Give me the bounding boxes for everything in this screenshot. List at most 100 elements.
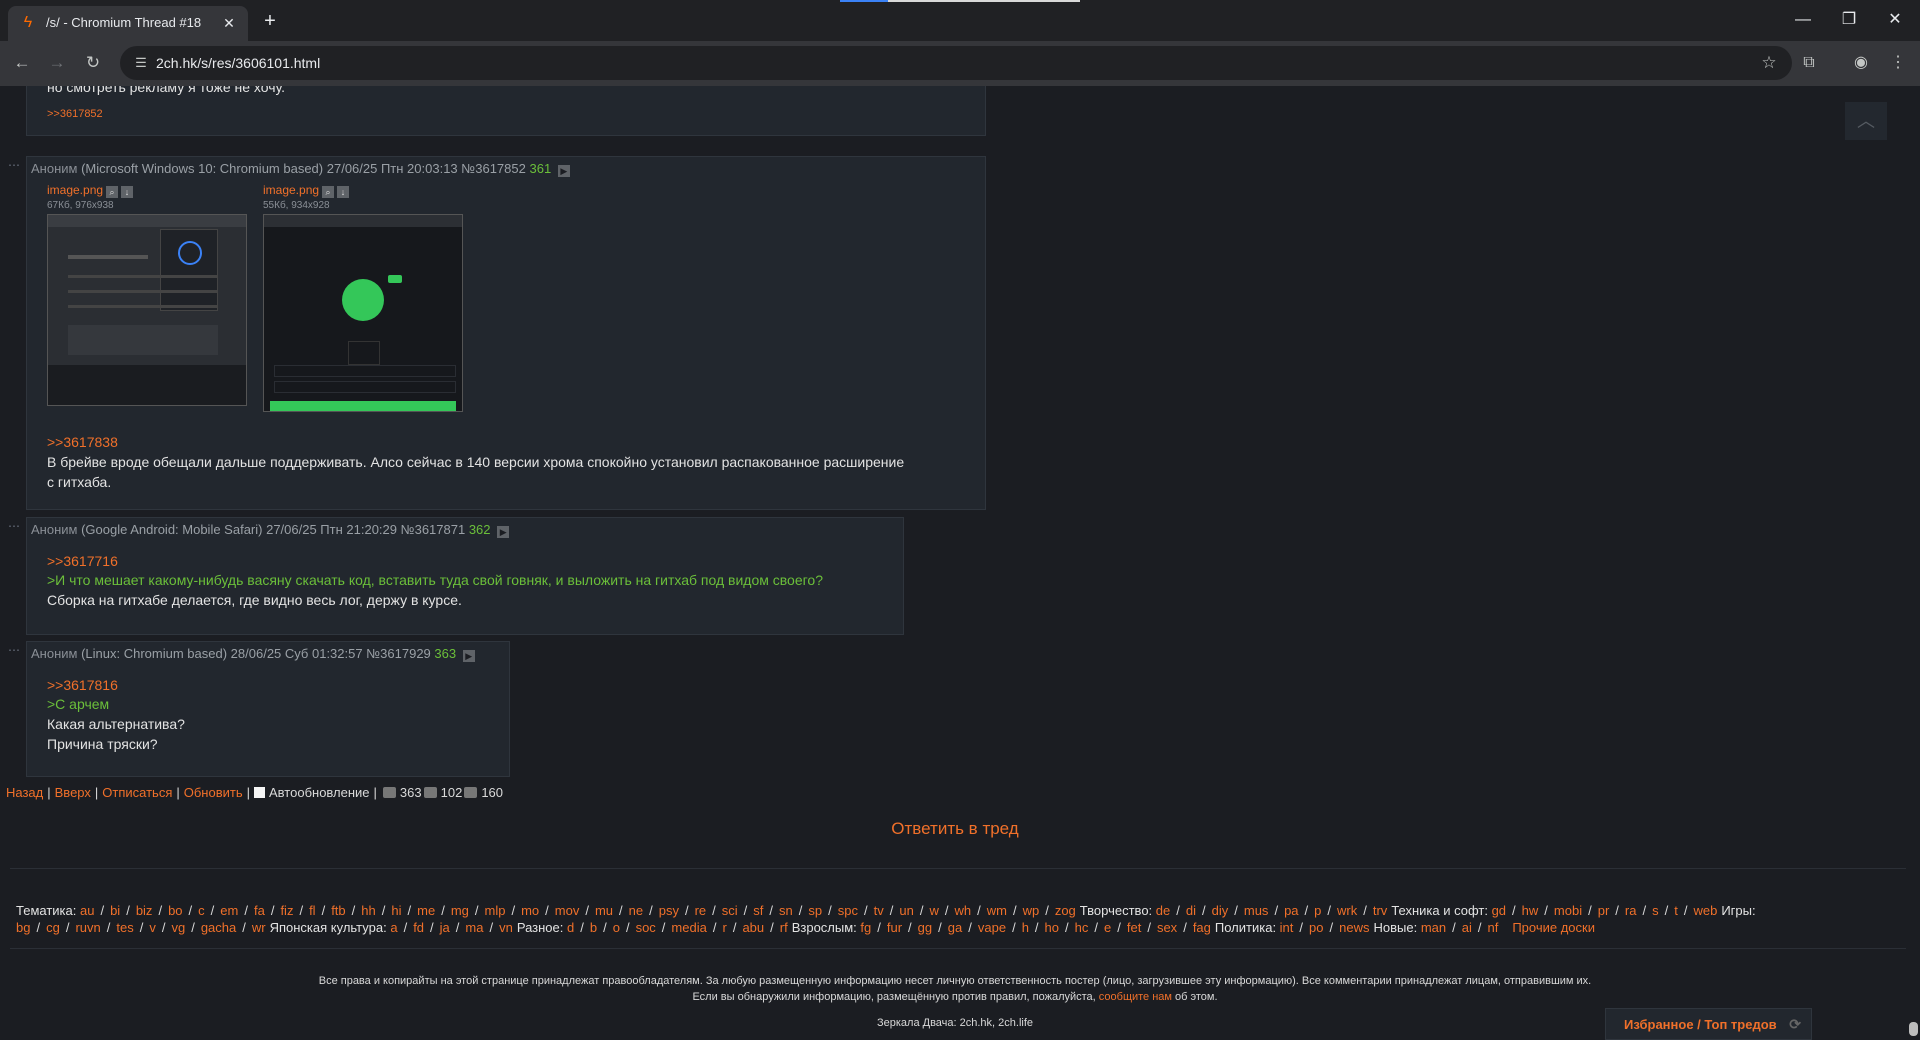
- board-link-gd[interactable]: gd: [1492, 903, 1506, 918]
- board-link-bo[interactable]: bo: [168, 903, 182, 918]
- board-link-ga[interactable]: ga: [948, 920, 962, 935]
- board-link-a[interactable]: a: [390, 920, 397, 935]
- board-link-bi[interactable]: bi: [110, 903, 120, 918]
- scrollbar[interactable]: [1906, 86, 1920, 1040]
- board-link-rf[interactable]: rf: [780, 920, 788, 935]
- site-info-icon[interactable]: ☰: [132, 54, 150, 72]
- board-link-sex[interactable]: sex: [1157, 920, 1177, 935]
- post-number[interactable]: №3617852: [461, 161, 526, 176]
- board-link-vg[interactable]: vg: [171, 920, 185, 935]
- board-link-re[interactable]: re: [695, 903, 707, 918]
- board-link-fur[interactable]: fur: [887, 920, 902, 935]
- board-link-me[interactable]: me: [417, 903, 435, 918]
- board-link-e[interactable]: e: [1104, 920, 1111, 935]
- board-link-s[interactable]: s: [1652, 903, 1659, 918]
- search-image-icon[interactable]: ⌕: [322, 186, 335, 198]
- minimize-button[interactable]: —: [1780, 6, 1826, 34]
- restore-button[interactable]: ❐: [1826, 6, 1872, 34]
- back-link[interactable]: Назад: [6, 785, 43, 800]
- board-link-mo[interactable]: mo: [521, 903, 539, 918]
- post-menu-icon[interactable]: ⋯: [8, 643, 20, 657]
- address-bar[interactable]: ☰ 2ch.hk/s/res/3606101.html ☆: [120, 46, 1792, 80]
- board-link-sf[interactable]: sf: [753, 903, 763, 918]
- tab-close-icon[interactable]: ✕: [220, 14, 238, 32]
- board-link-fl[interactable]: fl: [309, 903, 316, 918]
- board-link-nf[interactable]: nf: [1487, 920, 1498, 935]
- board-link-soc[interactable]: soc: [636, 920, 656, 935]
- post-reply-link[interactable]: >>3617816: [47, 675, 118, 695]
- board-link-fag[interactable]: fag: [1193, 920, 1211, 935]
- board-link-tes[interactable]: tes: [116, 920, 133, 935]
- post-menu-icon[interactable]: ⋯: [8, 158, 20, 172]
- board-link-ma[interactable]: ma: [465, 920, 483, 935]
- board-link-ruvn[interactable]: ruvn: [75, 920, 100, 935]
- refresh-icon[interactable]: ⟳: [1789, 1016, 1801, 1033]
- unsubscribe-link[interactable]: Отписаться: [102, 785, 172, 800]
- board-link-fd[interactable]: fd: [413, 920, 424, 935]
- board-link-vape[interactable]: vape: [978, 920, 1006, 935]
- scroll-to-top-icon[interactable]: ︿: [1845, 102, 1887, 140]
- board-link-ne[interactable]: ne: [629, 903, 643, 918]
- extensions-puzzle-icon[interactable]: ⧉: [1795, 49, 1823, 77]
- board-link-media[interactable]: media: [671, 920, 706, 935]
- reply-thread-button[interactable]: Ответить в тред: [0, 819, 1910, 839]
- post-menu-icon[interactable]: ⋯: [8, 519, 20, 533]
- board-link-sci[interactable]: sci: [722, 903, 738, 918]
- board-link-int[interactable]: int: [1280, 920, 1294, 935]
- board-link-news[interactable]: news: [1339, 920, 1369, 935]
- board-link-au[interactable]: au: [80, 903, 94, 918]
- board-link-gg[interactable]: gg: [918, 920, 932, 935]
- board-link-mlp[interactable]: mlp: [485, 903, 506, 918]
- board-link-mobi[interactable]: mobi: [1554, 903, 1582, 918]
- download-icon[interactable]: ↓: [337, 186, 350, 198]
- board-link-man[interactable]: man: [1421, 920, 1446, 935]
- profile-icon[interactable]: ◉: [1847, 49, 1875, 77]
- board-link-bg[interactable]: bg: [16, 920, 30, 935]
- board-link-un[interactable]: un: [899, 903, 913, 918]
- board-link-hh[interactable]: hh: [361, 903, 375, 918]
- board-link-mus[interactable]: mus: [1244, 903, 1269, 918]
- board-link-p[interactable]: p: [1314, 903, 1321, 918]
- board-link-sn[interactable]: sn: [779, 903, 793, 918]
- board-link-biz[interactable]: biz: [136, 903, 153, 918]
- board-link-v[interactable]: v: [149, 920, 156, 935]
- autorefresh-checkbox[interactable]: [254, 787, 266, 798]
- up-link[interactable]: Вверх: [55, 785, 91, 800]
- board-link-wm[interactable]: wm: [987, 903, 1007, 918]
- menu-kebab-icon[interactable]: ⋮: [1884, 49, 1912, 77]
- board-link-ho[interactable]: ho: [1045, 920, 1059, 935]
- board-link-zog[interactable]: zog: [1055, 903, 1076, 918]
- board-link-wrk[interactable]: wrk: [1337, 903, 1357, 918]
- board-link-c[interactable]: c: [198, 903, 205, 918]
- board-link-di[interactable]: di: [1186, 903, 1196, 918]
- board-link-pr[interactable]: pr: [1598, 903, 1610, 918]
- browser-tab[interactable]: ϟ /s/ - Chromium Thread #18 ✕: [8, 6, 248, 41]
- board-link-wp[interactable]: wp: [1023, 903, 1040, 918]
- file-name[interactable]: image.png: [263, 183, 319, 197]
- file-name[interactable]: image.png: [47, 183, 103, 197]
- post-reply-link[interactable]: >>3617852: [47, 104, 103, 124]
- reload-icon[interactable]: ↻: [79, 49, 107, 77]
- board-link-spc[interactable]: spc: [838, 903, 858, 918]
- board-link-mov[interactable]: mov: [555, 903, 580, 918]
- board-link-h[interactable]: h: [1022, 920, 1029, 935]
- board-link-fa[interactable]: fa: [254, 903, 265, 918]
- scrollbar-thumb[interactable]: [1909, 1022, 1918, 1036]
- board-link-em[interactable]: em: [220, 903, 238, 918]
- back-arrow-icon[interactable]: ←: [8, 49, 36, 77]
- board-link-po[interactable]: po: [1309, 920, 1323, 935]
- board-link-hw[interactable]: hw: [1522, 903, 1539, 918]
- board-link-wr[interactable]: wr: [252, 920, 266, 935]
- other-boards-link[interactable]: Прочие доски: [1512, 920, 1595, 935]
- image-thumbnail-2[interactable]: [263, 214, 463, 412]
- board-link-w[interactable]: w: [929, 903, 938, 918]
- board-link-fg[interactable]: fg: [860, 920, 871, 935]
- board-link-ftb[interactable]: ftb: [331, 903, 345, 918]
- board-link-gacha[interactable]: gacha: [201, 920, 236, 935]
- forward-arrow-icon[interactable]: →: [43, 49, 71, 77]
- board-link-mu[interactable]: mu: [595, 903, 613, 918]
- board-link-tv[interactable]: tv: [874, 903, 884, 918]
- board-link-ra[interactable]: ra: [1625, 903, 1637, 918]
- board-link-d[interactable]: d: [567, 920, 574, 935]
- board-link-ja[interactable]: ja: [440, 920, 450, 935]
